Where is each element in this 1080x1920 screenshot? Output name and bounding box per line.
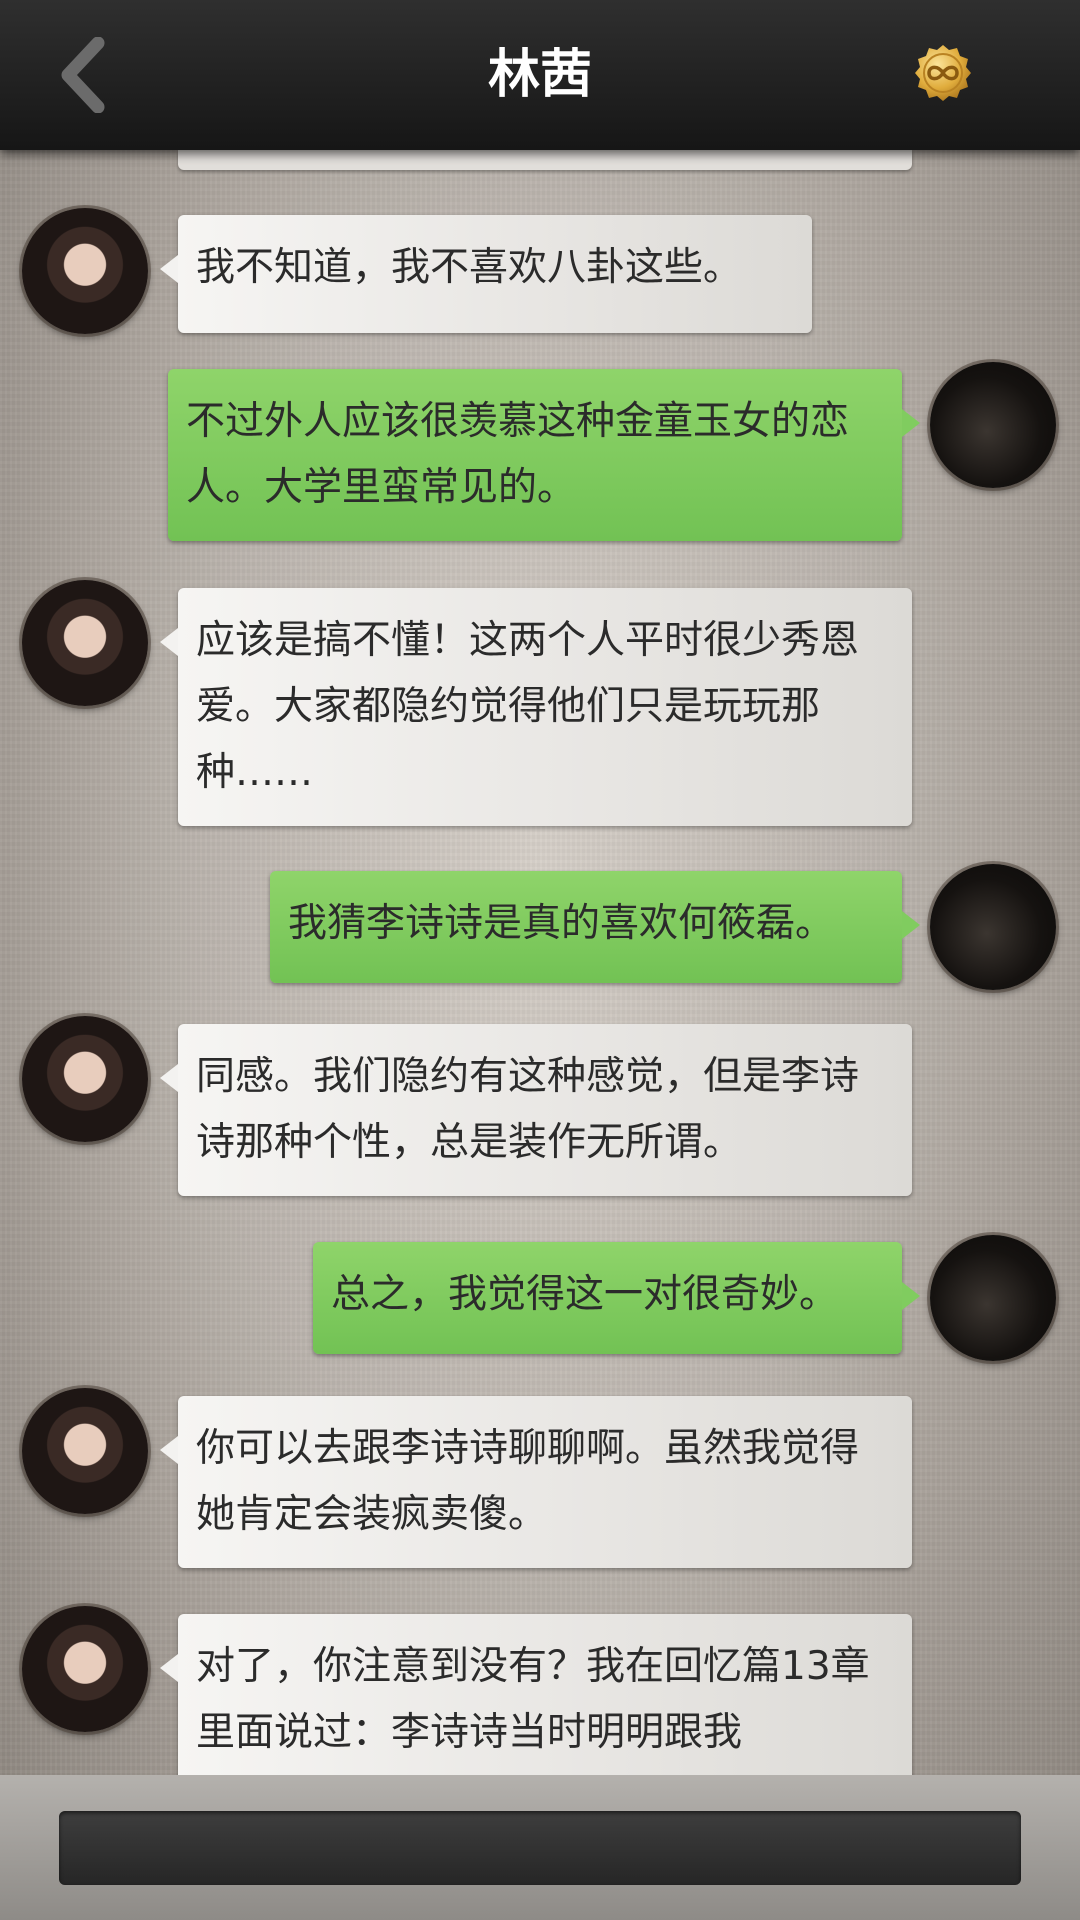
contact-avatar[interactable] <box>22 1606 148 1732</box>
message-text: 应该是搞不懂！这两个人平时很少秀恩爱。大家都隐约觉得他们只是玩玩那种…… <box>196 618 860 795</box>
message-bubble-incoming: 应该是搞不懂！这两个人平时很少秀恩爱。大家都隐约觉得他们只是玩玩那种…… <box>160 588 912 826</box>
message-bubble-incoming: 对了，你注意到没有？我在回忆篇13章里面说过：李诗诗当时明明跟我 <box>160 1614 912 1775</box>
user-avatar[interactable] <box>930 362 1056 488</box>
message-input[interactable] <box>59 1811 1021 1885</box>
message-bubble-incoming: 我不知道，我不喜欢八卦这些。 <box>160 215 812 333</box>
message-text: 总之，我觉得这一对很奇妙。 <box>331 1272 839 1317</box>
bottom-bar <box>0 1775 1080 1920</box>
message-bubble-outgoing: 总之，我觉得这一对很奇妙。 <box>313 1242 920 1354</box>
message-text: 同感。我们隐约有这种感觉，但是李诗诗那种个性，总是装作无所谓。 <box>196 1054 860 1165</box>
contact-avatar[interactable] <box>22 208 148 334</box>
contact-avatar[interactable] <box>22 1016 148 1142</box>
message-text: 不过外人应该很羡慕这种金童玉女的恋人。大学里蛮常见的。 <box>186 399 850 510</box>
message-text: 对了，你注意到没有？我在回忆篇13章里面说过：李诗诗当时明明跟我 <box>196 1644 870 1755</box>
message-list[interactable]: 我不知道，我不喜欢八卦这些。 不过外人应该很羡慕这种金童玉女的恋人。大学里蛮常见… <box>0 0 1080 1775</box>
user-avatar[interactable] <box>930 1235 1056 1361</box>
message-bubble-outgoing: 我猜李诗诗是真的喜欢何筱磊。 <box>270 871 920 983</box>
message-bubble-incoming: 你可以去跟李诗诗聊聊啊。虽然我觉得她肯定会装疯卖傻。 <box>160 1396 912 1568</box>
message-text: 我猜李诗诗是真的喜欢何筱磊。 <box>288 901 835 946</box>
previous-message-bubble <box>178 150 912 170</box>
user-avatar[interactable] <box>930 864 1056 990</box>
coin-button[interactable] <box>914 44 972 102</box>
message-text: 我不知道，我不喜欢八卦这些。 <box>196 245 743 290</box>
contact-avatar[interactable] <box>22 580 148 706</box>
contact-avatar[interactable] <box>22 1388 148 1514</box>
infinity-coin-icon <box>915 45 971 101</box>
message-text: 你可以去跟李诗诗聊聊啊。虽然我觉得她肯定会装疯卖傻。 <box>196 1426 860 1537</box>
message-bubble-incoming: 同感。我们隐约有这种感觉，但是李诗诗那种个性，总是装作无所谓。 <box>160 1024 912 1196</box>
message-bubble-outgoing: 不过外人应该很羡慕这种金童玉女的恋人。大学里蛮常见的。 <box>168 369 920 541</box>
top-bar: 林茜 <box>0 0 1080 150</box>
